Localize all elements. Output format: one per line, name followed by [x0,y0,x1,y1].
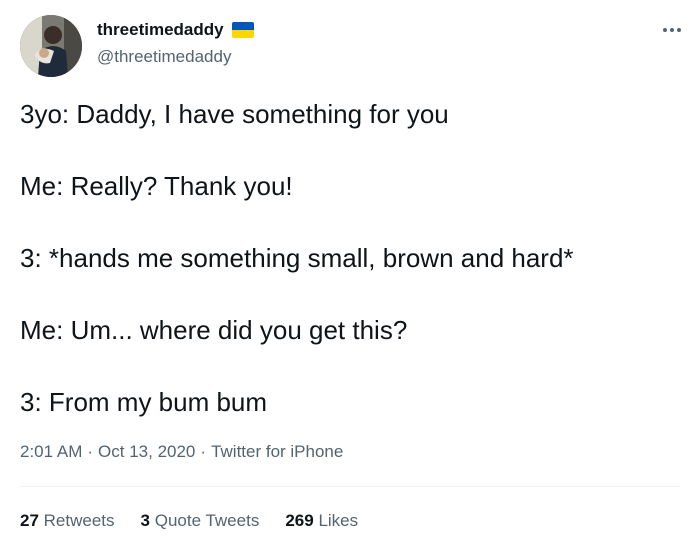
tweet-date[interactable]: Oct 13, 2020 [98,442,195,461]
likes-count: 269 [285,511,314,530]
tweet-stats: 27 Retweets 3 Quote Tweets 269 Likes [20,510,358,532]
author-name-row: threetimedaddy [97,20,254,40]
tweet-card: threetimedaddy @threetimedaddy 3yo: Dadd… [0,0,700,552]
tweet-metadata: 2:01 AM · Oct 13, 2020 · Twitter for iPhone [20,441,343,463]
quote-tweets-stat[interactable]: 3 Quote Tweets [141,510,260,532]
tweet-text: 3yo: Daddy, I have something for you Me:… [20,96,690,420]
divider [20,486,680,487]
author-handle[interactable]: @threetimedaddy [97,47,231,67]
avatar[interactable] [20,15,82,77]
quote-tweets-count: 3 [140,511,150,530]
retweets-count: 27 [20,511,39,530]
tweet-line: 3yo: Daddy, I have something for you [20,99,449,129]
retweets-label: Retweets [43,511,115,530]
quote-tweets-label: Quote Tweets [154,511,260,530]
likes-label: Likes [318,511,359,530]
tweet-source[interactable]: Twitter for iPhone [211,442,343,461]
tweet-time[interactable]: 2:01 AM [20,442,82,461]
tweet-line: Me: Um... where did you get this? [20,315,408,345]
tweet-line: 3: From my bum bum [20,387,268,417]
separator-dot: · [87,442,94,461]
tweet-line: 3: *hands me something small, brown and … [20,243,574,273]
ukraine-flag-icon [231,22,254,38]
separator-dot: · [200,442,207,461]
retweets-stat[interactable]: 27 Retweets [20,510,115,532]
more-options-icon[interactable] [658,20,686,40]
author-display-name[interactable]: threetimedaddy [97,20,224,40]
tweet-line: Me: Really? Thank you! [20,171,293,201]
likes-stat[interactable]: 269 Likes [285,510,358,532]
